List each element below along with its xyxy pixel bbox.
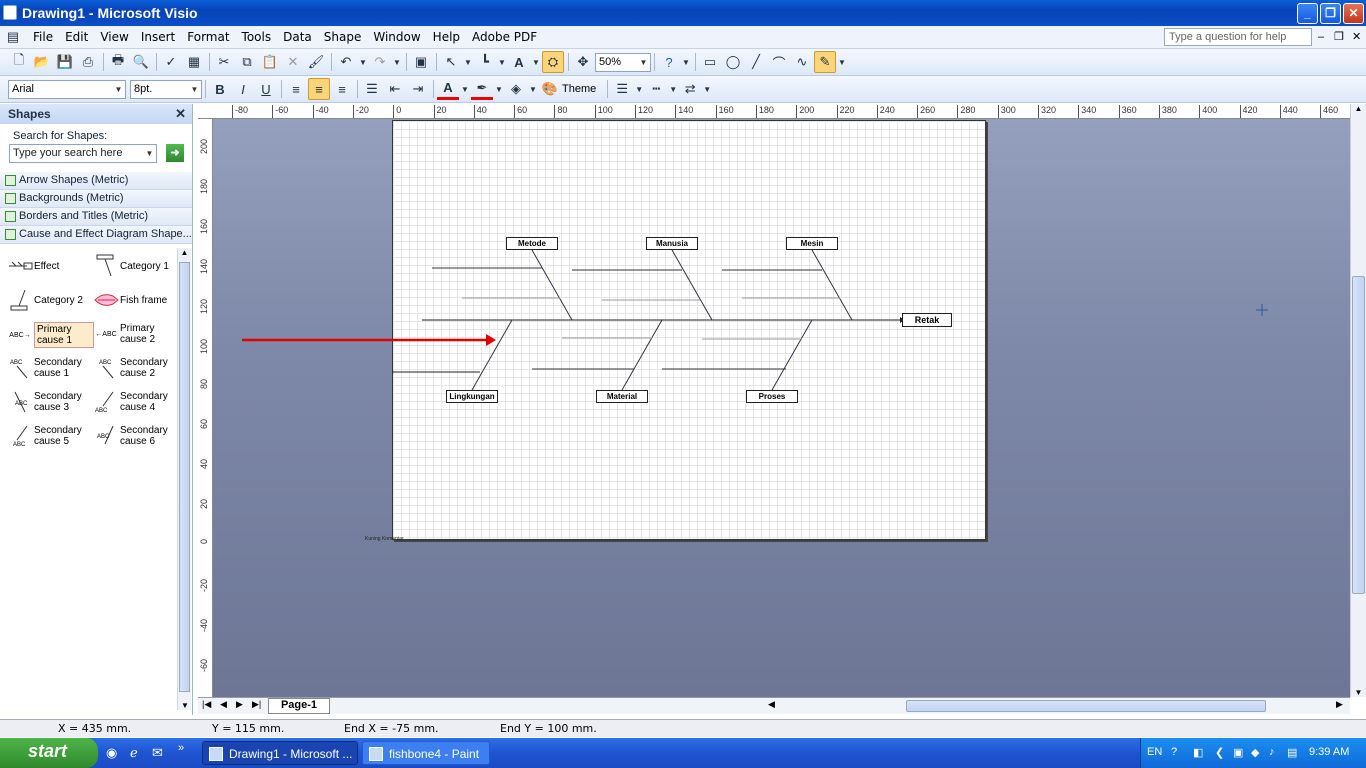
canvas-scroll-thumb[interactable] [1352,276,1365,594]
status-y: Y = 115 mm. [212,722,285,735]
language-indicator[interactable]: EN [1147,746,1162,758]
network-icon[interactable]: ▣ [1233,746,1243,759]
horizontal-scroll-thumb[interactable] [906,700,1266,712]
chrome-icon[interactable]: ◉ [106,745,117,761]
small-text[interactable]: Kuning Komentar [365,536,404,542]
tray-icon[interactable]: ◧ [1193,746,1203,759]
quicklaunch-more-icon[interactable]: » [178,742,184,754]
help-tray-icon[interactable]: ? [1171,746,1177,758]
antivirus-icon[interactable]: ◆ [1251,746,1259,759]
category-box-mesin[interactable]: Mesin [786,237,838,250]
display-icon[interactable]: ▤ [1287,746,1297,759]
bone-proses[interactable] [662,319,813,391]
tab-page-1[interactable]: Page-1 [268,698,330,714]
start-button[interactable]: start [0,738,98,768]
status-end-y: End Y = 100 mm. [500,722,597,735]
bone-metode[interactable] [432,249,573,321]
clock[interactable]: 9:39 AM [1309,746,1349,758]
bone-mesin[interactable] [722,249,853,321]
canvas-vertical-scrollbar[interactable]: ▲ ▼ [1350,104,1366,697]
volume-icon[interactable]: ♪ [1269,746,1275,758]
fishbone-diagram [242,249,1268,391]
scroll-left-icon[interactable]: ◀ [768,699,775,710]
category-box-lingkungan[interactable]: Lingkungan [446,390,498,403]
status-x: X = 435 mm. [58,722,132,735]
status-end-x: End X = -75 mm. [344,722,439,735]
bone-material[interactable] [532,319,663,391]
system-tray: EN ? ◧ ❮ ▣ ◆ ♪ ▤ 9:39 AM [1140,738,1366,768]
red-arrowhead [486,334,496,346]
tray-expand-icon[interactable]: ❮ [1215,746,1224,759]
first-page-icon[interactable]: |◀ [202,699,211,710]
canvas-scroll-down-icon[interactable]: ▼ [1351,688,1366,697]
status-bar: X = 435 mm. Y = 115 mm. End X = -75 mm. … [0,719,1366,737]
task-paint[interactable]: fishbone4 - Paint [362,741,490,765]
firefox-icon[interactable]: ✉ [152,745,163,761]
task-visio[interactable]: Drawing1 - Microsoft ... [202,741,358,765]
category-box-manusia[interactable]: Manusia [646,237,698,250]
last-page-icon[interactable]: ▶| [252,699,261,710]
category-box-metode[interactable]: Metode [506,237,558,250]
paint-task-icon [369,747,383,761]
visio-task-icon [209,747,223,761]
crosshair-cursor-icon [1256,304,1268,316]
effect-box[interactable]: Retak [902,313,952,327]
page-tabs-bar: |◀ ◀ ▶ ▶| Page-1 ◀ ▶ [198,697,1350,714]
bone-manusia[interactable] [572,249,713,321]
canvas-scroll-up-icon[interactable]: ▲ [1351,104,1366,113]
scroll-right-icon[interactable]: ▶ [1336,699,1343,710]
category-box-material[interactable]: Material [596,390,648,403]
next-page-icon[interactable]: ▶ [236,699,243,710]
bone-lingkungan[interactable] [471,319,513,391]
prev-page-icon[interactable]: ◀ [220,699,227,710]
category-box-proses[interactable]: Proses [746,390,798,403]
ie-icon[interactable]: ℯ [130,745,138,761]
